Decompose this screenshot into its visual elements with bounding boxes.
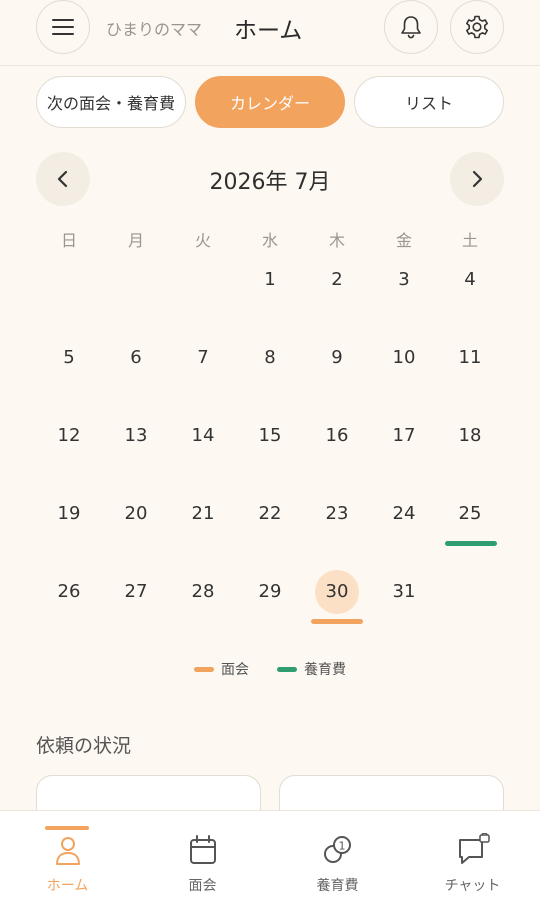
calendar-day[interactable]: 25 xyxy=(440,503,500,524)
calendar-day[interactable]: 21 xyxy=(173,503,233,524)
calendar-day[interactable]: 9 xyxy=(307,347,367,368)
calendar-day[interactable]: 10 xyxy=(374,347,434,368)
nav-home-label: ホーム xyxy=(46,878,89,894)
weekday-label: 木 xyxy=(328,231,345,250)
nav-active-indicator xyxy=(45,826,89,830)
page-title: ホーム xyxy=(234,18,303,44)
nav-visit-label: 面会 xyxy=(188,878,217,894)
calendar-day[interactable]: 3 xyxy=(374,269,434,290)
calendar-day[interactable]: 26 xyxy=(39,581,99,602)
nav-support-label: 養育費 xyxy=(316,878,359,894)
calendar-day[interactable]: 23 xyxy=(307,503,367,524)
calendar-day[interactable]: 20 xyxy=(106,503,166,524)
calendar-day[interactable]: 5 xyxy=(39,347,99,368)
weekday-label: 水 xyxy=(261,231,278,250)
nav-chat[interactable]: チャット xyxy=(405,811,540,898)
calendar-legend: 面会 養育費 xyxy=(194,659,374,679)
nav-support[interactable]: 1 養育費 xyxy=(270,811,405,898)
calendar-icon xyxy=(189,835,216,864)
support-marker xyxy=(445,541,497,546)
tab-next-visit-support[interactable]: 次の面会・養育費 xyxy=(36,76,186,128)
svg-text:1: 1 xyxy=(338,840,345,853)
calendar-day[interactable]: 15 xyxy=(240,425,300,446)
tab-list[interactable]: リスト xyxy=(354,76,504,128)
calendar-day[interactable]: 7 xyxy=(173,347,233,368)
calendar-day[interactable]: 31 xyxy=(374,581,434,602)
weekday-label: 月 xyxy=(127,231,144,250)
legend-support-label: 養育費 xyxy=(304,662,346,678)
bell-icon xyxy=(401,16,421,39)
legend-support: 養育費 xyxy=(277,659,346,679)
calendar-day[interactable]: 8 xyxy=(240,347,300,368)
calendar-day[interactable]: 27 xyxy=(106,581,166,602)
calendar-day[interactable]: 11 xyxy=(440,347,500,368)
legend-support-swatch xyxy=(277,666,297,672)
bottom-nav: ホーム 面会 1 養育費 チャット xyxy=(0,810,540,898)
calendar-day[interactable]: 29 xyxy=(240,581,300,602)
requests-section-title: 依頼の状況 xyxy=(36,735,132,757)
calendar-day[interactable]: 22 xyxy=(240,503,300,524)
nav-chat-label: チャット xyxy=(444,878,501,894)
calendar-day[interactable]: 19 xyxy=(39,503,99,524)
calendar-day[interactable]: 14 xyxy=(173,425,233,446)
user-name: ひまりのママ xyxy=(106,20,203,39)
calendar-day[interactable]: 4 xyxy=(440,269,500,290)
settings-button[interactable] xyxy=(450,0,504,54)
app-header: ひまりのママ ホーム xyxy=(0,0,540,66)
legend-visit-label: 面会 xyxy=(221,662,249,678)
menu-button[interactable] xyxy=(36,0,90,54)
weekday-label: 日 xyxy=(60,231,77,250)
calendar-day[interactable]: 12 xyxy=(39,425,99,446)
calendar-day[interactable]: 17 xyxy=(374,425,434,446)
weekday-label: 金 xyxy=(395,231,412,250)
calendar-day[interactable]: 16 xyxy=(307,425,367,446)
calendar-day[interactable]: 24 xyxy=(374,503,434,524)
nav-visit[interactable]: 面会 xyxy=(135,811,270,898)
chevron-right-icon xyxy=(472,170,483,188)
legend-visit: 面会 xyxy=(194,659,249,679)
gear-icon xyxy=(466,15,488,39)
weekday-label: 土 xyxy=(461,231,478,250)
notifications-button[interactable] xyxy=(384,0,438,54)
calendar-day[interactable]: 6 xyxy=(106,347,166,368)
legend-visit-swatch xyxy=(194,666,214,672)
calendar-day[interactable]: 2 xyxy=(307,269,367,290)
hamburger-menu-icon xyxy=(52,19,74,35)
calendar-day[interactable]: 13 xyxy=(106,425,166,446)
next-month-button[interactable] xyxy=(450,152,504,206)
visit-marker xyxy=(311,619,363,624)
chat-lock-icon xyxy=(458,833,490,864)
calendar-day[interactable]: 28 xyxy=(173,581,233,602)
calendar-day[interactable]: 1 xyxy=(240,269,300,290)
coins-icon: 1 xyxy=(323,836,351,863)
calendar-day[interactable]: 18 xyxy=(440,425,500,446)
person-icon xyxy=(55,837,80,865)
nav-home[interactable]: ホーム xyxy=(0,811,135,898)
tab-calendar[interactable]: カレンダー xyxy=(195,76,345,128)
calendar-day[interactable]: 30 xyxy=(307,581,367,602)
weekday-label: 火 xyxy=(194,231,211,250)
